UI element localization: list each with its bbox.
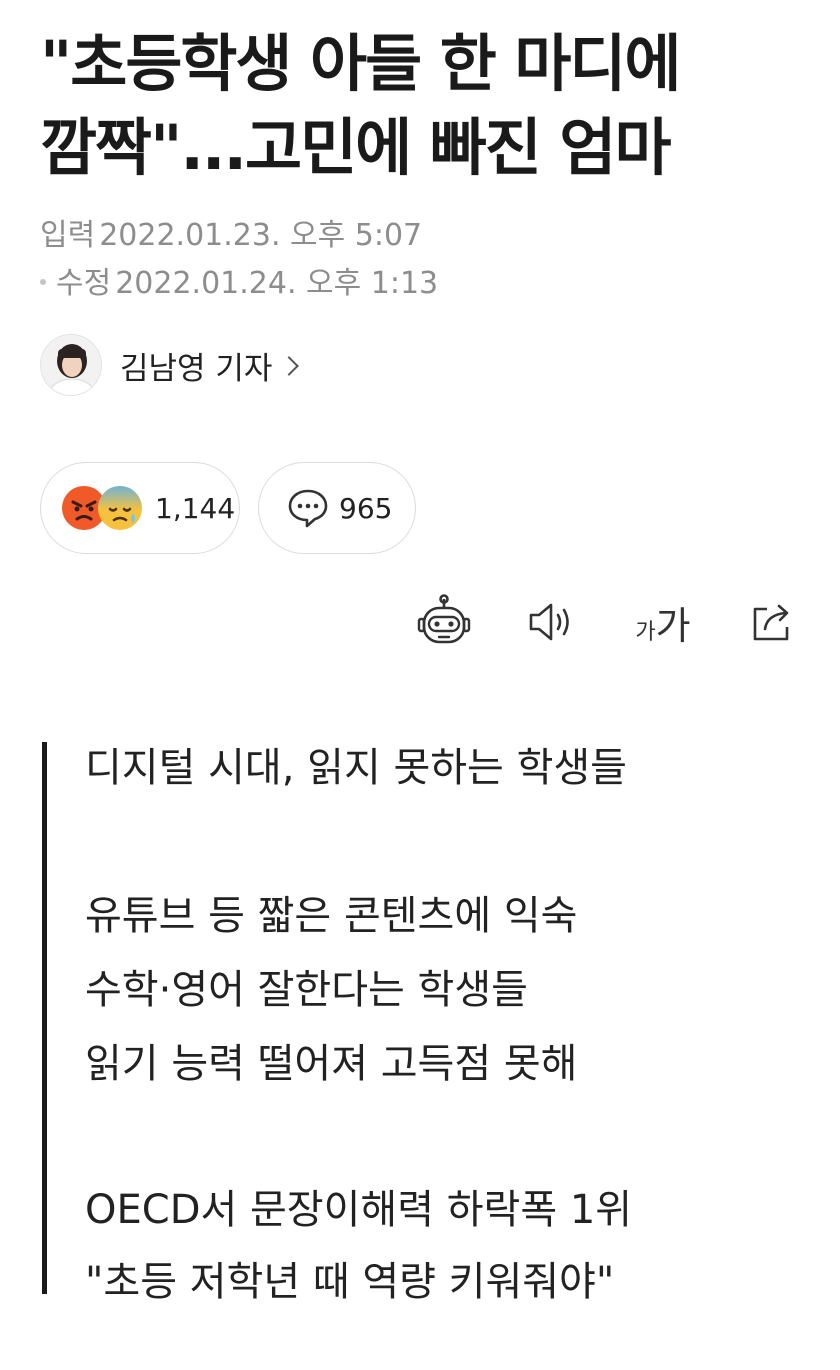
bullet-dot bbox=[40, 278, 46, 285]
font-size-icon: 가가 bbox=[635, 595, 690, 650]
edit-label: 수정 bbox=[56, 266, 112, 301]
summary-line: 디지털 시대, 읽지 못하는 학생들 bbox=[85, 745, 627, 791]
reporter-avatar bbox=[40, 334, 102, 396]
summary-line: 읽기 능력 떨어져 고득점 못해 bbox=[85, 1041, 578, 1087]
edit-timestamp: 수정 2022.01.24. 오후 1:13 bbox=[40, 258, 438, 302]
summary-line: 수학·영어 잘한다는 학생들 bbox=[85, 967, 528, 1013]
edit-time: 2022.01.24. 오후 1:13 bbox=[115, 266, 439, 301]
sad-sweat-face-icon bbox=[98, 486, 142, 530]
share-icon bbox=[753, 604, 789, 641]
summary-line: OECD서 문장이해력 하락폭 1위 bbox=[85, 1187, 633, 1233]
headline-line-1: "초등학생 아들 한 마디에 bbox=[40, 27, 681, 100]
comment-button[interactable]: 965 bbox=[258, 462, 416, 554]
reaction-button[interactable]: 1,144 bbox=[40, 462, 240, 554]
summary-line: "초등 저학년 때 역량 키워줘야" bbox=[85, 1259, 615, 1305]
reporter-name: 김남영 기자 bbox=[120, 350, 273, 387]
article-headline: "초등학생 아들 한 마디에 깜짝"...고민에 빠진 엄마 bbox=[40, 22, 820, 190]
summary-line: 유튜브 등 짧은 콘텐츠에 익숙 bbox=[85, 893, 578, 939]
font-small-glyph: 가 bbox=[635, 619, 656, 645]
summary-bot-button[interactable] bbox=[412, 590, 476, 654]
font-large-glyph: 가 bbox=[655, 603, 691, 648]
robot-summary-icon bbox=[417, 594, 471, 644]
reporter-link[interactable]: 김남영 기자 bbox=[40, 334, 300, 396]
chevron-right-icon bbox=[279, 356, 300, 376]
share-button[interactable] bbox=[740, 590, 804, 654]
text-to-speech-button[interactable] bbox=[518, 590, 582, 654]
input-timestamp: 입력 2022.01.23. 오후 5:07 bbox=[40, 210, 422, 254]
font-size-button[interactable]: 가가 bbox=[628, 590, 698, 654]
article-toolbar: 가가 bbox=[0, 590, 840, 660]
reaction-faces bbox=[61, 483, 145, 533]
input-time: 2022.01.23. 오후 5:07 bbox=[99, 218, 423, 253]
speech-bubble-icon bbox=[288, 489, 328, 528]
article-summary: 디지털 시대, 읽지 못하는 학생들 유튜브 등 짧은 콘텐츠에 익숙 수학·영… bbox=[42, 742, 802, 1302]
comment-count: 965 bbox=[339, 491, 393, 525]
headline-line-2: 깜짝"...고민에 빠진 엄마 bbox=[40, 111, 672, 184]
speaker-icon bbox=[529, 603, 569, 641]
reaction-count: 1,144 bbox=[155, 491, 236, 525]
input-label: 입력 bbox=[40, 218, 96, 253]
